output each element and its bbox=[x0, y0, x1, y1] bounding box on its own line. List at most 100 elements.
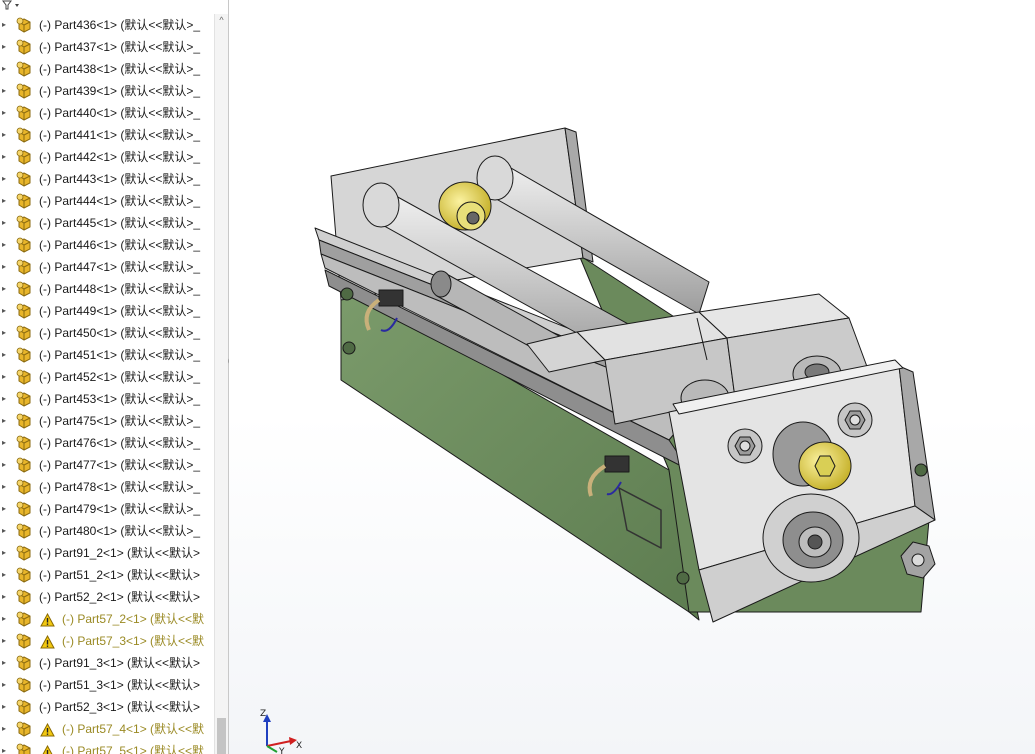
expand-arrow-icon[interactable]: ▸ bbox=[0, 564, 8, 586]
expand-arrow-icon[interactable]: ▸ bbox=[0, 586, 8, 608]
expand-arrow-icon[interactable]: ▸ bbox=[0, 630, 8, 652]
expand-arrow-icon[interactable]: ▸ bbox=[0, 168, 8, 190]
tree-item[interactable]: ▸ (-) Part479<1> (默认<<默认>_ bbox=[0, 498, 214, 520]
part-icon bbox=[16, 655, 33, 671]
tree-item[interactable]: ▸ (-) Part451<1> (默认<<默认>_ bbox=[0, 344, 214, 366]
scroll-up-icon[interactable]: ^ bbox=[215, 14, 228, 26]
part-icon bbox=[16, 611, 33, 627]
expand-arrow-icon[interactable]: ▸ bbox=[0, 344, 8, 366]
expand-arrow-icon[interactable]: ▸ bbox=[0, 300, 8, 322]
expand-arrow-icon[interactable]: ▸ bbox=[0, 124, 8, 146]
expand-arrow-icon[interactable]: ▸ bbox=[0, 498, 8, 520]
tree-item[interactable]: ▸ (-) Part453<1> (默认<<默认>_ bbox=[0, 388, 214, 410]
tree-item[interactable]: ▸ (-) Part438<1> (默认<<默认>_ bbox=[0, 58, 214, 80]
tree-item[interactable]: ▸ (-) Part91_3<1> (默认<<默认> bbox=[0, 652, 214, 674]
tree-item[interactable]: ▸ (-) Part57_5<1> (默认<<默 bbox=[0, 740, 214, 754]
tree-item[interactable]: ▸ (-) Part447<1> (默认<<默认>_ bbox=[0, 256, 214, 278]
expand-arrow-icon[interactable]: ▸ bbox=[0, 718, 8, 740]
tree-item-label: (-) Part447<1> (默认<<默认>_ bbox=[39, 260, 201, 274]
tree-item[interactable]: ▸ (-) Part452<1> (默认<<默认>_ bbox=[0, 366, 214, 388]
part-icon bbox=[16, 303, 33, 319]
expand-arrow-icon[interactable]: ▸ bbox=[0, 674, 8, 696]
tree-item[interactable]: ▸ (-) Part446<1> (默认<<默认>_ bbox=[0, 234, 214, 256]
part-icon bbox=[16, 677, 33, 693]
expand-arrow-icon[interactable]: ▸ bbox=[0, 146, 8, 168]
assembly-model[interactable] bbox=[229, 0, 1035, 754]
tree-item[interactable]: ▸ (-) Part57_4<1> (默认<<默 bbox=[0, 718, 214, 740]
expand-arrow-icon[interactable]: ▸ bbox=[0, 476, 8, 498]
tree-item[interactable]: ▸ (-) Part441<1> (默认<<默认>_ bbox=[0, 124, 214, 146]
expand-arrow-icon[interactable]: ▸ bbox=[0, 278, 8, 300]
view-triad: Z X Y bbox=[257, 706, 307, 754]
expand-arrow-icon[interactable]: ▸ bbox=[0, 322, 8, 344]
tree-item[interactable]: ▸ (-) Part440<1> (默认<<默认>_ bbox=[0, 102, 214, 124]
knurled-nut bbox=[438, 181, 492, 231]
tree-item[interactable]: ▸ (-) Part443<1> (默认<<默认>_ bbox=[0, 168, 214, 190]
expand-arrow-icon[interactable]: ▸ bbox=[0, 256, 8, 278]
tree-item[interactable]: ▸ (-) Part51_2<1> (默认<<默认> bbox=[0, 564, 214, 586]
tree-item[interactable]: ▸ (-) Part449<1> (默认<<默认>_ bbox=[0, 300, 214, 322]
tree-item[interactable]: ▸ (-) Part52_3<1> (默认<<默认> bbox=[0, 696, 214, 718]
part-icon bbox=[16, 83, 33, 99]
tree-item[interactable]: ▸ (-) Part57_2<1> (默认<<默 bbox=[0, 608, 214, 630]
warning-icon bbox=[40, 722, 55, 737]
part-icon bbox=[16, 61, 33, 77]
part-icon bbox=[16, 215, 33, 231]
tree-item[interactable]: ▸ (-) Part450<1> (默认<<默认>_ bbox=[0, 322, 214, 344]
triad-y-label: Y bbox=[278, 747, 285, 754]
triad-x-label: X bbox=[296, 741, 302, 751]
expand-arrow-icon[interactable]: ▸ bbox=[0, 520, 8, 542]
filter-icon[interactable] bbox=[0, 0, 228, 10]
tree-item[interactable]: ▸ (-) Part57_3<1> (默认<<默 bbox=[0, 630, 214, 652]
part-icon bbox=[16, 413, 33, 429]
tree-item-label: (-) Part453<1> (默认<<默认>_ bbox=[39, 392, 201, 406]
part-icon bbox=[16, 479, 33, 495]
tree-item[interactable]: ▸ (-) Part436<1> (默认<<默认>_ bbox=[0, 14, 214, 36]
expand-arrow-icon[interactable]: ▸ bbox=[0, 542, 8, 564]
tree-item-label: (-) Part441<1> (默认<<默认>_ bbox=[39, 128, 201, 142]
part-icon bbox=[16, 633, 33, 649]
tree-item[interactable]: ▸ (-) Part448<1> (默认<<默认>_ bbox=[0, 278, 214, 300]
part-icon bbox=[16, 743, 33, 754]
tree-item[interactable]: ▸ (-) Part475<1> (默认<<默认>_ bbox=[0, 410, 214, 432]
tree-item-label: (-) Part476<1> (默认<<默认>_ bbox=[39, 436, 201, 450]
tree-item[interactable]: ▸ (-) Part480<1> (默认<<默认>_ bbox=[0, 520, 214, 542]
tree-item[interactable]: ▸ (-) Part91_2<1> (默认<<默认> bbox=[0, 542, 214, 564]
expand-arrow-icon[interactable]: ▸ bbox=[0, 234, 8, 256]
part-icon bbox=[16, 391, 33, 407]
tree-item[interactable]: ▸ (-) Part52_2<1> (默认<<默认> bbox=[0, 586, 214, 608]
tree-item[interactable]: ▸ (-) Part439<1> (默认<<默认>_ bbox=[0, 80, 214, 102]
tree-item[interactable]: ▸ (-) Part444<1> (默认<<默认>_ bbox=[0, 190, 214, 212]
bearing-housing bbox=[762, 493, 860, 583]
expand-arrow-icon[interactable]: ▸ bbox=[0, 14, 8, 36]
expand-arrow-icon[interactable]: ▸ bbox=[0, 58, 8, 80]
tree-item[interactable]: ▸ (-) Part477<1> (默认<<默认>_ bbox=[0, 454, 214, 476]
tree-item-label: (-) Part440<1> (默认<<默认>_ bbox=[39, 106, 201, 120]
tree-item[interactable]: ▸ (-) Part437<1> (默认<<默认>_ bbox=[0, 36, 214, 58]
expand-arrow-icon[interactable]: ▸ bbox=[0, 454, 8, 476]
scrollbar-thumb[interactable] bbox=[217, 718, 226, 754]
tree-item[interactable]: ▸ (-) Part51_3<1> (默认<<默认> bbox=[0, 674, 214, 696]
expand-arrow-icon[interactable]: ▸ bbox=[0, 80, 8, 102]
expand-arrow-icon[interactable]: ▸ bbox=[0, 432, 8, 454]
tree-item[interactable]: ▸ (-) Part442<1> (默认<<默认>_ bbox=[0, 146, 214, 168]
expand-arrow-icon[interactable]: ▸ bbox=[0, 36, 8, 58]
expand-arrow-icon[interactable]: ▸ bbox=[0, 366, 8, 388]
tree-item-label: (-) Part57_4<1> (默认<<默 bbox=[62, 722, 205, 736]
graphics-viewport[interactable]: Z X Y bbox=[229, 0, 1035, 754]
expand-arrow-icon[interactable]: ▸ bbox=[0, 696, 8, 718]
tree-item-label: (-) Part436<1> (默认<<默认>_ bbox=[39, 18, 201, 32]
expand-arrow-icon[interactable]: ▸ bbox=[0, 410, 8, 432]
expand-arrow-icon[interactable]: ▸ bbox=[0, 212, 8, 234]
tree-item[interactable]: ▸ (-) Part445<1> (默认<<默认>_ bbox=[0, 212, 214, 234]
expand-arrow-icon[interactable]: ▸ bbox=[0, 740, 8, 754]
expand-arrow-icon[interactable]: ▸ bbox=[0, 652, 8, 674]
part-icon bbox=[16, 435, 33, 451]
expand-arrow-icon[interactable]: ▸ bbox=[0, 388, 8, 410]
tree-item[interactable]: ▸ (-) Part476<1> (默认<<默认>_ bbox=[0, 432, 214, 454]
expand-arrow-icon[interactable]: ▸ bbox=[0, 190, 8, 212]
expand-arrow-icon[interactable]: ▸ bbox=[0, 608, 8, 630]
tree-scrollbar[interactable]: ^ bbox=[214, 14, 228, 754]
expand-arrow-icon[interactable]: ▸ bbox=[0, 102, 8, 124]
tree-item[interactable]: ▸ (-) Part478<1> (默认<<默认>_ bbox=[0, 476, 214, 498]
